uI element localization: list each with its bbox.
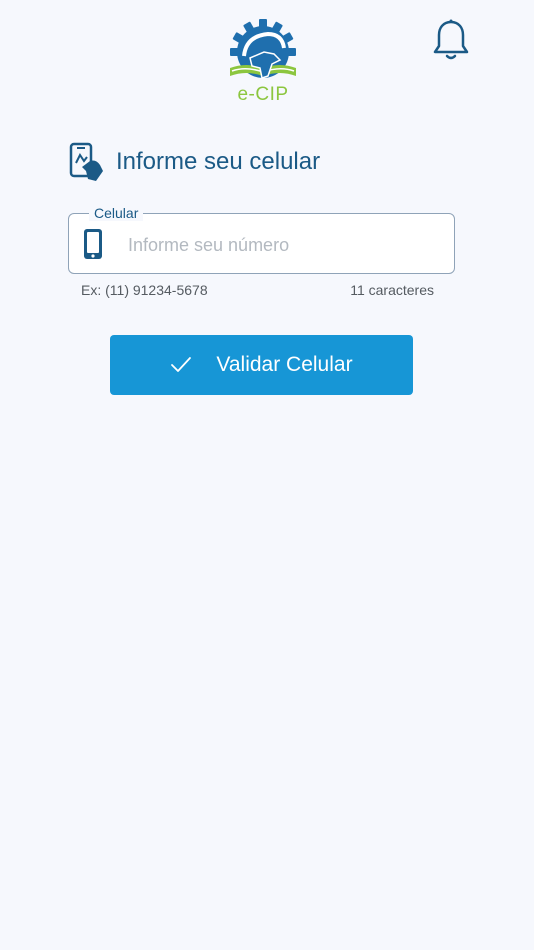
e-cip-logo-icon [230, 19, 296, 79]
phone-hand-icon [69, 142, 103, 181]
check-icon [171, 357, 192, 372]
section-header: Informe seu celular [68, 140, 320, 184]
phone-length-hint: 11 caracteres [350, 282, 434, 298]
bell-icon [433, 19, 469, 60]
smartphone-icon [84, 229, 102, 259]
phone-field-label: Celular [89, 205, 144, 221]
validate-phone-button[interactable]: Validar Celular [110, 335, 413, 395]
logo-text: e-CIP [237, 84, 289, 105]
phone-example-hint: Ex: (11) 91234-5678 [81, 282, 208, 298]
validate-button-label: Validar Celular [216, 353, 353, 376]
phone-input[interactable] [126, 228, 440, 262]
e-cip-logo: e-CIP [224, 18, 302, 108]
phone-field[interactable]: Celular [68, 205, 455, 274]
section-title: Informe seu celular [116, 148, 321, 175]
notification-button[interactable] [432, 18, 470, 62]
